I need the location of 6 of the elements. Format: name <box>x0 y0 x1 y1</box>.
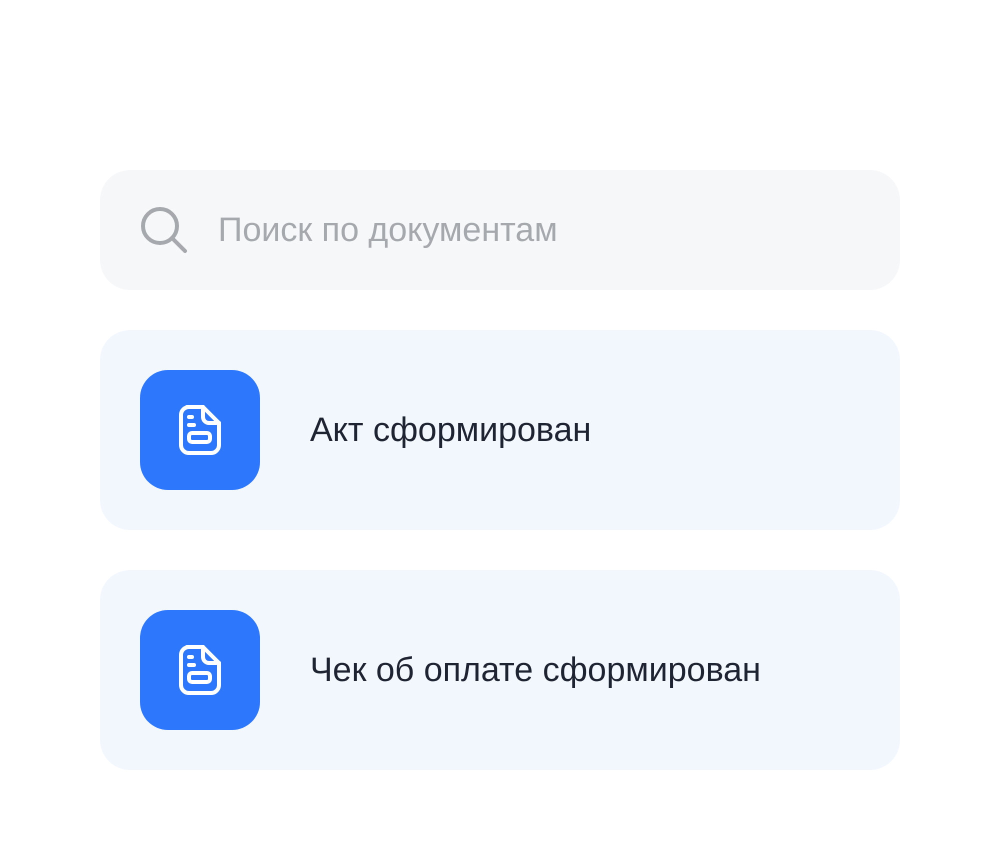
search-field[interactable]: Поиск по документам <box>100 170 900 290</box>
document-icon <box>179 405 221 455</box>
notification-text: Акт сформирован <box>310 410 592 450</box>
search-icon <box>140 206 188 254</box>
notification-text: Чек об оплате сформирован <box>310 650 761 690</box>
document-icon <box>179 645 221 695</box>
